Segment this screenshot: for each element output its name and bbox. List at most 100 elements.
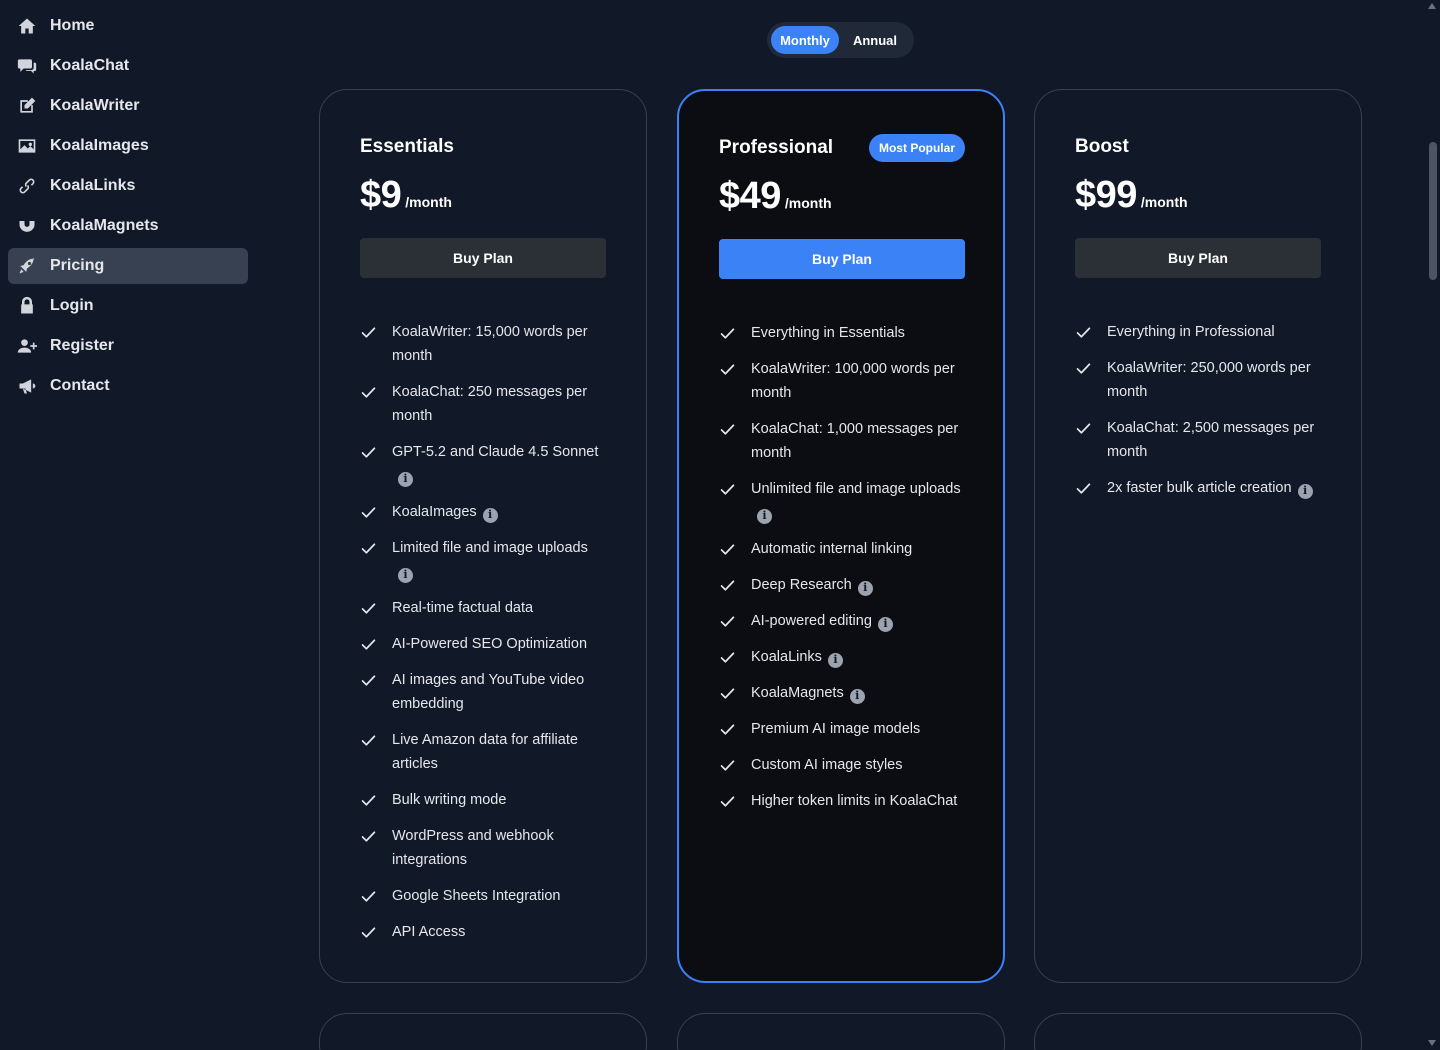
feature-text: Real-time factual data bbox=[392, 600, 534, 616]
sidebar-item-koalawriter[interactable]: KoalaWriter bbox=[8, 88, 248, 124]
check-icon bbox=[360, 788, 378, 812]
feature-item: KoalaWriter: 15,000 words per month bbox=[360, 320, 606, 368]
price-period: /month bbox=[405, 194, 452, 210]
feature-item: AI-powered editing i bbox=[719, 609, 965, 633]
pricing-card-professional: Professional Most Popular $49/month Buy Pla… bbox=[677, 89, 1005, 983]
scrollbar-thumb[interactable] bbox=[1429, 142, 1437, 280]
feature-text: KoalaWriter: 100,000 words per month bbox=[751, 361, 955, 401]
check-icon bbox=[719, 789, 737, 813]
sidebar-item-label: KoalaLinks bbox=[50, 177, 136, 194]
check-icon bbox=[719, 681, 737, 705]
feature-item: KoalaChat: 2,500 messages per month bbox=[1075, 416, 1321, 464]
check-icon bbox=[719, 321, 737, 345]
check-icon bbox=[360, 632, 378, 656]
plan-name: Essentials bbox=[360, 136, 454, 157]
plan-price: $49/month bbox=[719, 175, 832, 218]
check-icon bbox=[1075, 320, 1093, 344]
feature-text: GPT-5.2 and Claude 4.5 Sonneti bbox=[392, 444, 599, 487]
feature-text: Deep Research i bbox=[751, 573, 873, 597]
feature-text: 2x faster bulk article creation i bbox=[1107, 476, 1313, 500]
sidebar-item-label: KoalaMagnets bbox=[50, 217, 159, 234]
toggle-annual[interactable]: Annual bbox=[841, 26, 909, 54]
sidebar-item-home[interactable]: Home bbox=[8, 8, 248, 44]
feature-text: KoalaImages i bbox=[392, 500, 498, 524]
feature-text: KoalaChat: 250 messages per month bbox=[392, 384, 588, 424]
check-icon bbox=[360, 920, 378, 944]
feature-item: Limited file and image uploadsi bbox=[360, 536, 606, 584]
feature-item: Bulk writing mode bbox=[360, 788, 606, 812]
feature-text: Everything in Essentials bbox=[751, 325, 905, 341]
feature-text: Everything in Professional bbox=[1107, 324, 1275, 340]
sidebar-item-koalamagnets[interactable]: KoalaMagnets bbox=[8, 208, 248, 244]
feature-item: KoalaWriter: 100,000 words per month bbox=[719, 357, 965, 405]
info-icon[interactable]: i bbox=[757, 508, 772, 524]
info-icon[interactable]: i bbox=[482, 507, 498, 523]
feature-text: Live Amazon data for affiliate articles bbox=[392, 732, 578, 772]
feature-item: KoalaWriter: 250,000 words per month bbox=[1075, 356, 1321, 404]
sidebar-item-koalalinks[interactable]: KoalaLinks bbox=[8, 168, 248, 204]
check-icon bbox=[360, 440, 378, 464]
info-icon[interactable]: i bbox=[398, 471, 413, 487]
check-icon bbox=[360, 884, 378, 908]
feature-item: KoalaChat: 1,000 messages per month bbox=[719, 417, 965, 465]
sidebar-item-label: Pricing bbox=[50, 257, 105, 274]
toggle-monthly[interactable]: Monthly bbox=[771, 26, 839, 54]
feature-item: Higher token limits in KoalaChat bbox=[719, 789, 965, 813]
scroll-down-arrow-icon[interactable] bbox=[1428, 1040, 1436, 1046]
feature-item: KoalaLinks i bbox=[719, 645, 965, 669]
feature-item: AI images and YouTube video embedding bbox=[360, 668, 606, 716]
info-icon[interactable]: i bbox=[827, 652, 843, 668]
info-icon[interactable]: i bbox=[877, 616, 893, 632]
feature-item: GPT-5.2 and Claude 4.5 Sonneti bbox=[360, 440, 606, 488]
feature-text: Premium AI image models bbox=[751, 721, 921, 737]
pricing-card-next-row bbox=[319, 1013, 647, 1050]
feature-item: 2x faster bulk article creation i bbox=[1075, 476, 1321, 500]
check-icon bbox=[719, 717, 737, 741]
sidebar-item-koalaimages[interactable]: KoalaImages bbox=[8, 128, 248, 164]
buy-plan-button[interactable]: Buy Plan bbox=[1075, 238, 1321, 278]
feature-text: Automatic internal linking bbox=[751, 541, 913, 557]
info-icon[interactable]: i bbox=[857, 580, 873, 596]
sidebar-item-contact[interactable]: Contact bbox=[8, 368, 248, 404]
rocket-icon bbox=[17, 256, 37, 276]
megaphone-icon bbox=[17, 376, 37, 396]
sidebar-item-pricing[interactable]: Pricing bbox=[8, 248, 248, 284]
check-icon bbox=[1075, 476, 1093, 500]
feature-item: AI-Powered SEO Optimization bbox=[360, 632, 606, 656]
check-icon bbox=[719, 609, 737, 633]
plan-name: Boost bbox=[1075, 136, 1129, 157]
price-amount: $9 bbox=[360, 174, 402, 216]
pricing-card-next-row bbox=[677, 1013, 1005, 1050]
info-icon[interactable]: i bbox=[1297, 483, 1313, 499]
feature-item: Automatic internal linking bbox=[719, 537, 965, 561]
feature-item: WordPress and webhook integrations bbox=[360, 824, 606, 872]
feature-item: Google Sheets Integration bbox=[360, 884, 606, 908]
feature-item: API Access bbox=[360, 920, 606, 944]
feature-item: Everything in Essentials bbox=[719, 321, 965, 345]
info-icon[interactable]: i bbox=[849, 688, 865, 704]
sidebar-item-koalachat[interactable]: KoalaChat bbox=[8, 48, 248, 84]
price-period: /month bbox=[784, 195, 832, 211]
feature-text: Bulk writing mode bbox=[392, 792, 507, 808]
feature-item: Live Amazon data for affiliate articles bbox=[360, 728, 606, 776]
check-icon bbox=[719, 645, 737, 669]
feature-item: Premium AI image models bbox=[719, 717, 965, 741]
pricing-card-essentials: Essentials $9/month Buy Plan KoalaWriter: 1… bbox=[319, 89, 647, 983]
image-icon bbox=[17, 136, 37, 156]
check-icon bbox=[719, 573, 737, 597]
sidebar-item-label: Contact bbox=[50, 377, 110, 394]
check-icon bbox=[719, 753, 737, 777]
info-icon[interactable]: i bbox=[398, 567, 413, 583]
scroll-up-arrow-icon[interactable] bbox=[1428, 3, 1436, 9]
sidebar-item-register[interactable]: Register bbox=[8, 328, 248, 364]
sidebar: Home KoalaChat KoalaWriter KoalaImages Koala… bbox=[0, 0, 256, 1050]
check-icon bbox=[719, 417, 737, 441]
sidebar-item-label: Register bbox=[50, 337, 115, 354]
buy-plan-button[interactable]: Buy Plan bbox=[360, 238, 606, 278]
feature-text: KoalaWriter: 15,000 words per month bbox=[392, 324, 588, 364]
feature-text: KoalaLinks i bbox=[751, 645, 843, 669]
check-icon bbox=[1075, 416, 1093, 440]
most-popular-badge: Most Popular bbox=[868, 134, 965, 162]
buy-plan-button[interactable]: Buy Plan bbox=[719, 239, 965, 279]
sidebar-item-login[interactable]: Login bbox=[8, 288, 248, 324]
